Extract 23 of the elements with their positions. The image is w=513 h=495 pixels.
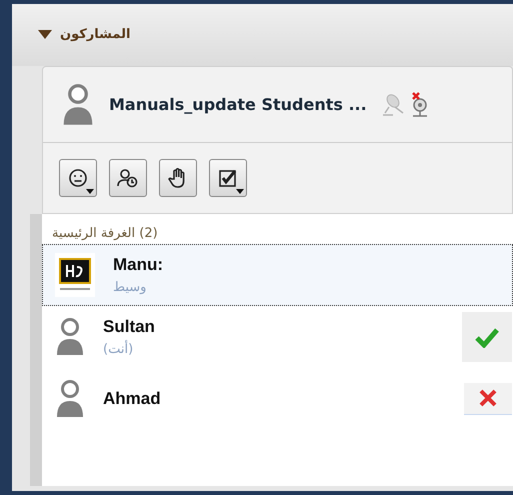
participant-name: Ahmad (103, 388, 161, 410)
toolbar-button[interactable] (159, 159, 197, 197)
participant-name: Sultan (103, 316, 155, 338)
toolbar-button[interactable] (109, 159, 147, 197)
room-label: (2) الغرفة الرئيسية (51, 225, 158, 243)
checkbox-icon (218, 168, 238, 188)
person-icon (55, 378, 85, 418)
panel-title: المشاركون (60, 26, 130, 44)
participant-row[interactable]: Ahmad (42, 368, 513, 430)
person-clock-icon (117, 168, 139, 188)
participant-name: Manu: (113, 254, 164, 276)
person-icon (61, 82, 95, 126)
dropdown-caret-icon (86, 189, 94, 194)
participant-role: (أنت) (103, 340, 134, 358)
panel-header[interactable]: المشاركون (12, 4, 513, 66)
my-name: Manuals_update Students ... (109, 94, 367, 116)
person-icon (55, 316, 85, 356)
smiley-icon (68, 168, 88, 188)
dropdown-caret-icon (236, 189, 244, 194)
toolbar-button[interactable] (59, 159, 97, 197)
toolbar-button[interactable] (209, 159, 247, 197)
logo-icon (55, 252, 95, 296)
participant-role: وسيط (113, 278, 146, 296)
